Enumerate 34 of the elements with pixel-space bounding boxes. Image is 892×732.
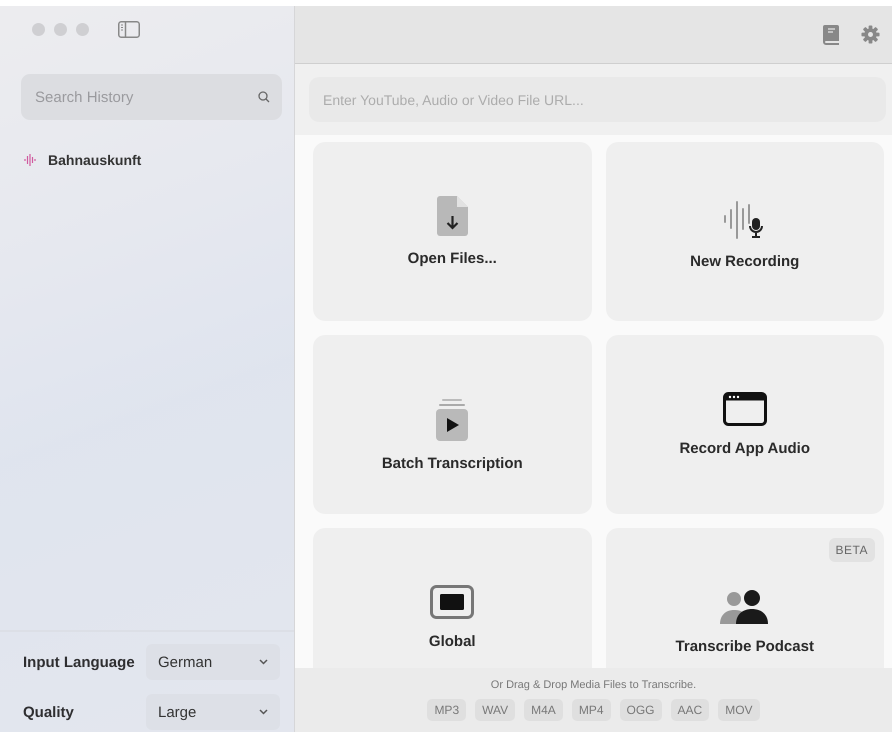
format-tag: WAV xyxy=(475,699,516,721)
format-tag: MP4 xyxy=(572,699,610,721)
action-card[interactable]: New Recording xyxy=(606,142,884,321)
dropdown[interactable]: Large xyxy=(146,694,280,730)
beta-badge: BETA xyxy=(828,538,875,562)
search-field[interactable]: Search History xyxy=(21,74,282,120)
book-icon[interactable] xyxy=(823,24,839,44)
action-card[interactable]: Batch Transcription xyxy=(313,335,592,514)
chevron-down-icon xyxy=(259,659,268,665)
app-window-icon xyxy=(722,392,767,426)
waveform-icon xyxy=(24,154,36,166)
format-tag: OGG xyxy=(620,699,662,721)
format-tag: MOV xyxy=(718,699,760,721)
dropdown[interactable]: German xyxy=(146,644,280,680)
play-stack-icon xyxy=(436,398,468,440)
setting-label: Quality xyxy=(23,704,74,720)
action-card[interactable]: Record App Audio xyxy=(606,335,884,514)
search-icon xyxy=(258,91,270,103)
format-tag: AAC xyxy=(670,699,710,721)
action-card[interactable]: Global xyxy=(313,528,592,668)
screen-icon xyxy=(430,584,474,618)
setting-label: Input Language xyxy=(23,654,135,670)
history-item[interactable]: Bahnauskunft xyxy=(48,152,142,168)
sidebar-toggle-icon[interactable] xyxy=(118,20,140,38)
people-icon xyxy=(720,590,770,624)
chevron-down-icon xyxy=(259,709,268,715)
format-tag: MP3 xyxy=(427,699,466,721)
action-card[interactable]: Transcribe Podcast BETA xyxy=(606,528,884,668)
url-field[interactable]: Enter YouTube, Audio or Video File URL... xyxy=(309,77,886,122)
format-tag: M4A xyxy=(524,699,563,721)
settings-icon[interactable] xyxy=(861,25,880,44)
action-card[interactable]: Open Files... xyxy=(313,142,592,321)
drop-hint: Or Drag & Drop Media Files to Transcribe. xyxy=(490,679,696,691)
file-download-icon xyxy=(436,196,468,236)
